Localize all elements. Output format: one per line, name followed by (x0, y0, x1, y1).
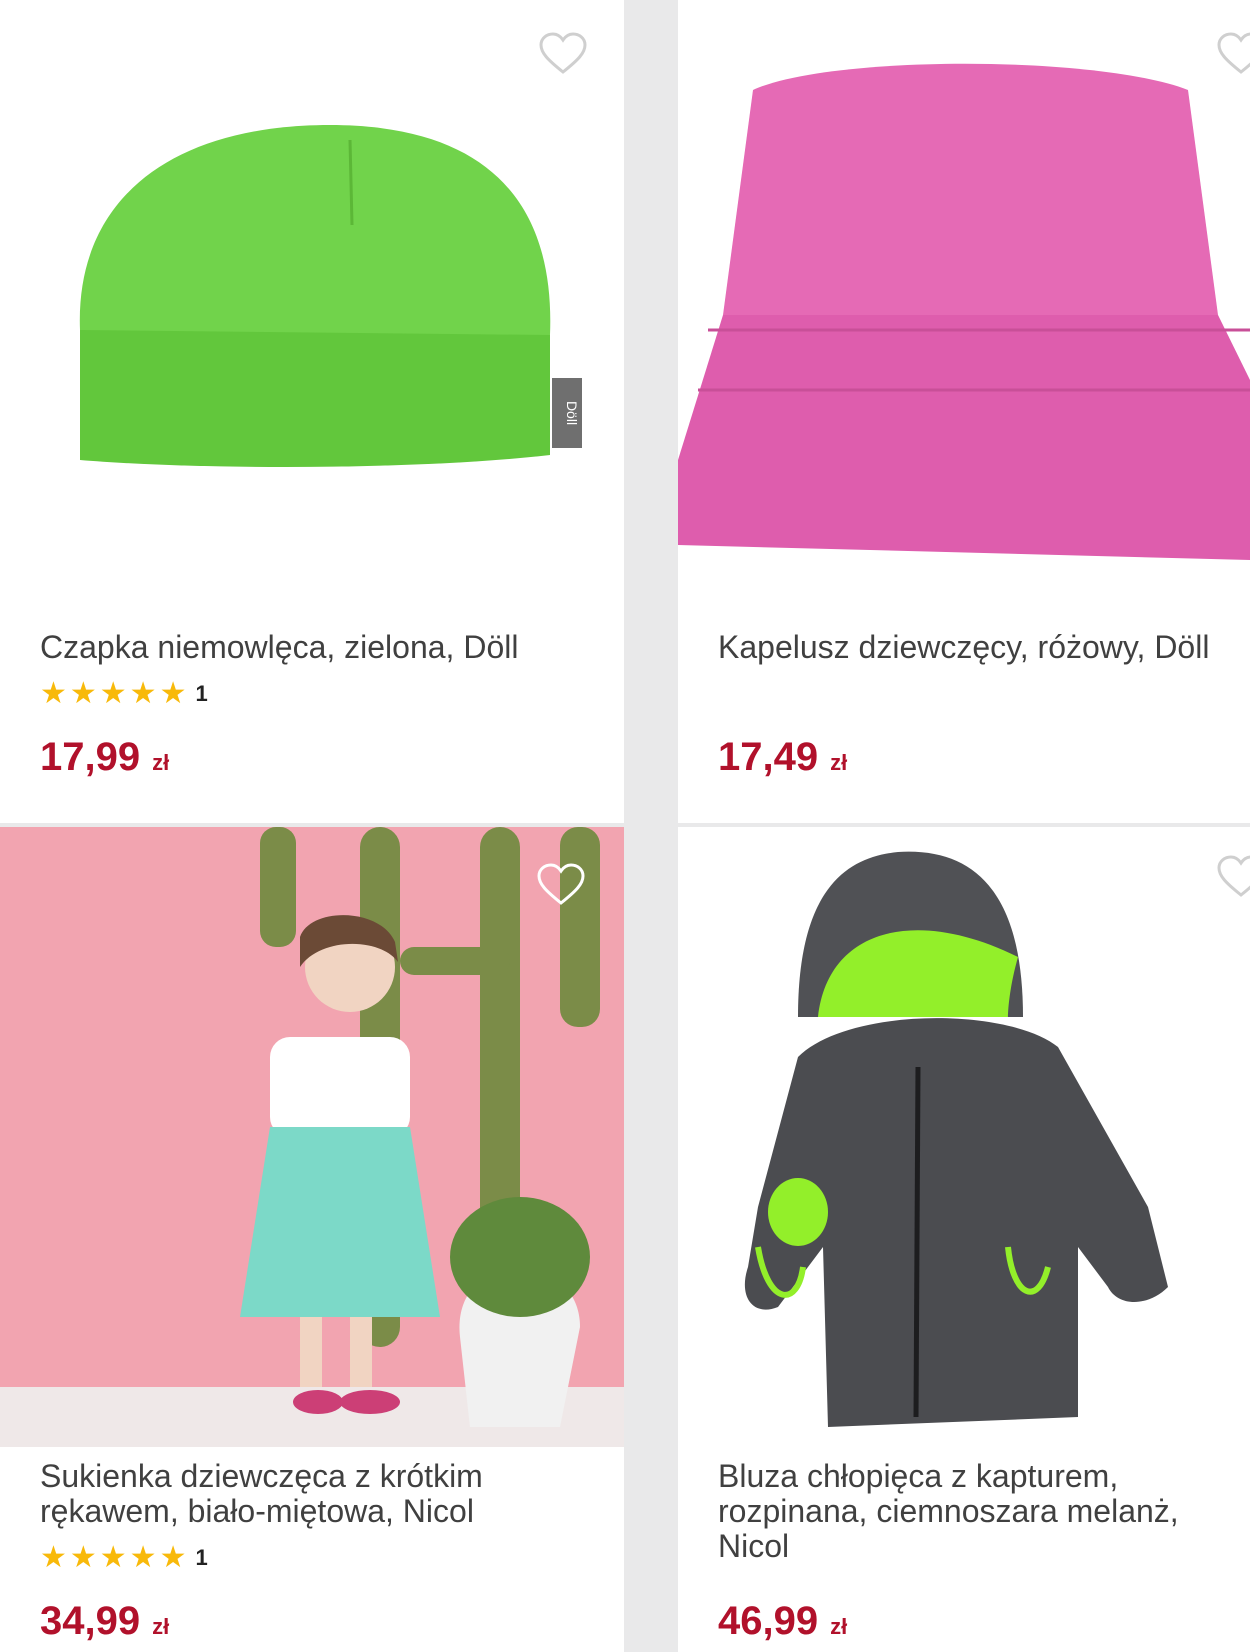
price-currency: zł (152, 750, 170, 775)
product-price: 34,99 zł (40, 1599, 169, 1644)
product-price: 46,99 zł (718, 1599, 847, 1644)
product-title[interactable]: Kapelusz dziewczęcy, różowy, Döll (718, 630, 1250, 665)
price-value: 34,99 (40, 1599, 141, 1643)
price-value: 46,99 (718, 1599, 819, 1643)
product-price: 17,49 zł (718, 735, 847, 780)
product-image-green-beanie[interactable]: Döll (0, 0, 624, 560)
product-title[interactable]: Czapka niemowlęca, zielona, Döll (40, 630, 600, 665)
product-image-pink-hat[interactable] (678, 0, 1250, 560)
product-rating: ★★★★★ 1 (40, 676, 208, 711)
star-icon: ★★★★★ (40, 677, 190, 710)
price-value: 17,99 (40, 735, 141, 779)
product-card[interactable]: Döll Czapka niemowlęca, zielona, Döll ★★… (0, 0, 624, 823)
price-currency: zł (830, 750, 848, 775)
rating-count: 1 (195, 680, 208, 706)
star-icon: ★★★★★ (40, 1541, 190, 1574)
price-currency: zł (830, 1614, 848, 1639)
product-rating: ★★★★★ 1 (40, 1540, 208, 1575)
product-price: 17,99 zł (40, 735, 169, 780)
heart-outline-icon[interactable] (536, 863, 586, 907)
rating-count: 1 (195, 1544, 208, 1570)
product-title[interactable]: Sukienka dziewczęca z krótkim rękawem, b… (40, 1459, 600, 1529)
brand-tag-text: Döll (564, 401, 580, 425)
product-title[interactable]: Bluza chłopięca z kapturem, rozpinana, c… (718, 1459, 1250, 1564)
product-card[interactable]: Sukienka dziewczęca z krótkim rękawem, b… (0, 827, 624, 1652)
product-card[interactable]: Bluza chłopięca z kapturem, rozpinana, c… (678, 827, 1250, 1652)
heart-outline-icon[interactable] (1216, 32, 1250, 76)
product-image-girl-dress[interactable] (0, 827, 624, 1447)
price-currency: zł (152, 1614, 170, 1639)
product-image-grey-hoodie[interactable] (678, 827, 1250, 1447)
heart-outline-icon[interactable] (538, 32, 588, 76)
heart-outline-icon[interactable] (1216, 855, 1250, 899)
product-card[interactable]: Kapelusz dziewczęcy, różowy, Döll 17,49 z… (678, 0, 1250, 823)
price-value: 17,49 (718, 735, 819, 779)
